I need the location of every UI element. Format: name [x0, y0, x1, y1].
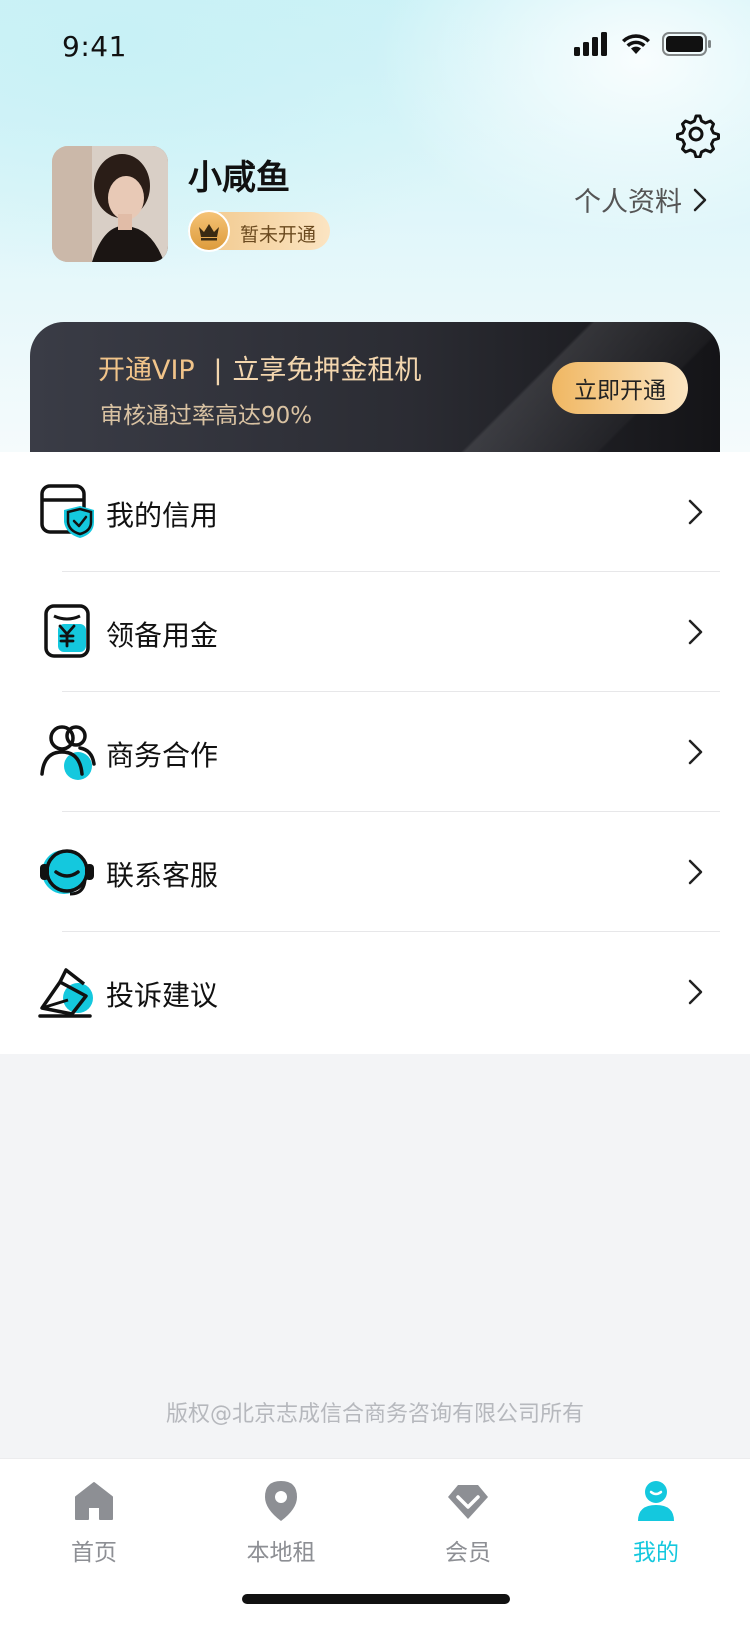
- tab-membership[interactable]: 会员: [408, 1469, 528, 1569]
- menu-item-label: 投诉建议: [106, 979, 219, 1012]
- headset-agent-icon: [40, 849, 94, 896]
- menu-item-label: 联系客服: [106, 859, 219, 892]
- menu-list: 我的信用 领备用金 商务合作 联系客服 投诉建议: [0, 452, 750, 1054]
- vip-title-separator: |: [213, 355, 223, 386]
- chevron-right-icon: [688, 619, 703, 645]
- status-icons: [574, 32, 712, 56]
- business-people-icon: [40, 725, 96, 780]
- vip-subtitle: 审核通过率高达90%: [100, 403, 313, 429]
- avatar[interactable]: [52, 146, 168, 262]
- username: 小咸鱼: [188, 158, 290, 198]
- tab-label: 首页: [71, 1540, 117, 1566]
- vip-title-rest: 立享免押金租机: [232, 355, 422, 386]
- signal-icon: [574, 32, 607, 56]
- menu-item-label: 商务合作: [106, 739, 219, 772]
- tab-label: 本地租: [246, 1540, 316, 1566]
- copyright-text: 版权@北京志成信合商务咨询有限公司所有: [165, 1402, 584, 1427]
- envelope-feedback-icon: [38, 968, 93, 1018]
- home-icon: [75, 1482, 113, 1520]
- wifi-icon: [622, 34, 650, 54]
- user-icon: [638, 1481, 674, 1521]
- diamond-icon: [448, 1485, 488, 1519]
- vip-promo-banner[interactable]: 开通VIP | 立享免押金租机 审核通过率高达90% 立即开通: [30, 322, 720, 453]
- home-indicator: [242, 1594, 510, 1604]
- avatar-portrait: [52, 146, 168, 262]
- menu-item-feedback[interactable]: 投诉建议: [0, 932, 750, 1052]
- crown-icon: [188, 210, 230, 252]
- menu-item-label: 我的信用: [106, 499, 219, 532]
- chevron-right-icon: [688, 979, 703, 1005]
- chevron-right-icon: [693, 188, 707, 211]
- tab-label: 我的: [633, 1540, 679, 1566]
- credit-card-shield-icon: [40, 484, 94, 538]
- yuan-wallet-icon: [44, 604, 90, 658]
- vip-title-highlight: 开通VIP: [98, 355, 195, 386]
- menu-item-label: 领备用金: [106, 619, 219, 652]
- menu-item-credit[interactable]: 我的信用: [0, 452, 750, 572]
- chevron-right-icon: [688, 859, 703, 885]
- menu-item-cash[interactable]: 领备用金: [0, 572, 750, 692]
- location-pin-icon: [265, 1481, 297, 1521]
- tab-label: 会员: [445, 1540, 491, 1566]
- tab-mine[interactable]: 我的: [596, 1469, 716, 1569]
- profile-link-label: 个人资料: [574, 187, 682, 218]
- profile-details-link[interactable]: 个人资料: [574, 180, 708, 219]
- battery-icon: [662, 32, 711, 56]
- status-time: 9:41: [62, 30, 127, 63]
- tab-home[interactable]: 首页: [34, 1469, 154, 1569]
- tab-local-rent[interactable]: 本地租: [221, 1469, 341, 1569]
- membership-badge[interactable]: 暂未开通: [188, 210, 330, 252]
- vip-title: 开通VIP | 立享免押金租机: [98, 348, 421, 387]
- chevron-right-icon: [688, 499, 703, 525]
- activate-vip-button[interactable]: 立即开通: [552, 362, 688, 414]
- status-bar: 9:41: [0, 0, 750, 94]
- menu-item-business[interactable]: 商务合作: [0, 692, 750, 812]
- menu-item-support[interactable]: 联系客服: [0, 812, 750, 932]
- membership-status: 暂未开通: [240, 224, 317, 246]
- settings-gear-icon[interactable]: [672, 110, 720, 158]
- chevron-right-icon: [688, 739, 703, 765]
